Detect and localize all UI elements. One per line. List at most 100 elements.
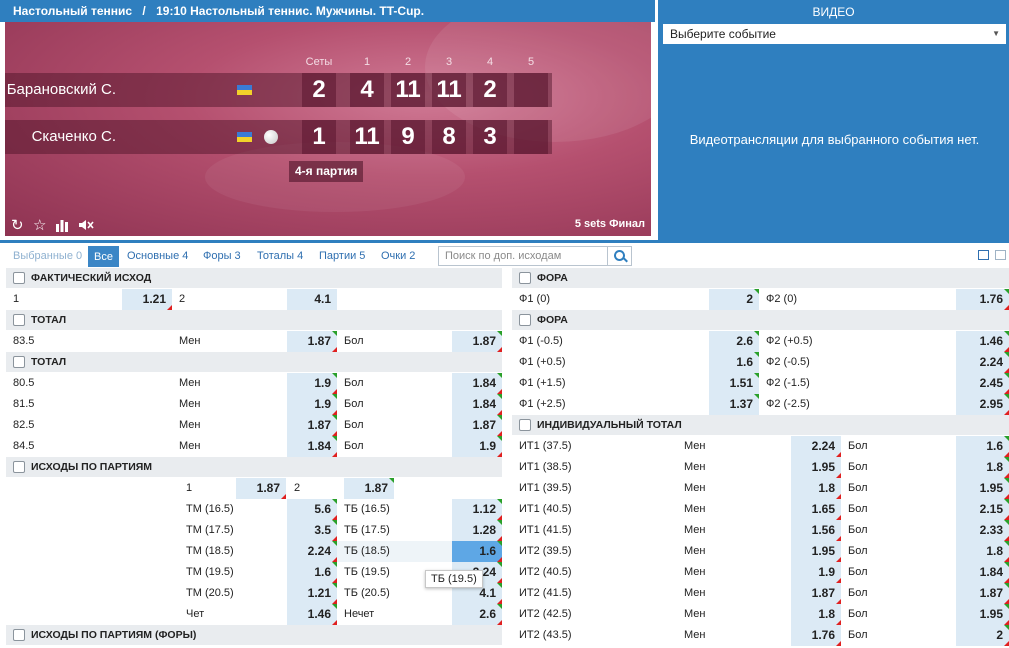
market-checkbox[interactable] xyxy=(519,272,531,284)
set-score: 2 xyxy=(473,73,507,107)
market-label: Мен xyxy=(179,398,201,410)
market-label: Бол xyxy=(848,566,868,578)
odds-cell[interactable]: 1.6 xyxy=(287,562,337,583)
odds-cell[interactable]: 1.56 xyxy=(791,520,841,541)
video-event-select[interactable]: Выберите событие ▼ xyxy=(663,24,1006,44)
one-column-view-icon[interactable] xyxy=(995,250,1006,260)
refresh-icon[interactable]: ↻ xyxy=(11,218,24,234)
odds-cell[interactable]: 1.87 xyxy=(791,583,841,604)
odds-cell[interactable]: 2.33 xyxy=(956,520,1009,541)
odds-cell[interactable]: 1.46 xyxy=(956,331,1009,352)
odds-cell[interactable]: 2.95 xyxy=(956,394,1009,415)
odds-cell[interactable]: 1.8 xyxy=(791,478,841,499)
odds-cell[interactable]: 1.87 xyxy=(287,415,337,436)
market-label: Ф1 (+2.5) xyxy=(519,398,566,410)
market-row: Ф1 (+0.5) 1.6 Ф2 (-0.5) 2.24 xyxy=(512,352,1009,373)
odds-cell[interactable]: 1.9 xyxy=(791,562,841,583)
markets-left-column: ФАКТИЧЕСКИЙ ИСХОД 1 1.21 2 4.1 ТОТАЛ 83.5 Мен 1.… xyxy=(6,268,502,646)
odds-cell[interactable]: 2.24 xyxy=(287,541,337,562)
search-icon[interactable] xyxy=(607,247,631,265)
odds-cell[interactable]: 1.46 xyxy=(287,604,337,625)
odds-cell[interactable]: 1.28 xyxy=(452,520,502,541)
breadcrumb-sport[interactable]: Настольный теннис xyxy=(13,4,132,18)
odds-cell[interactable]: 1.95 xyxy=(791,457,841,478)
odds-cell[interactable]: 1.87 xyxy=(452,331,502,352)
market-label: ТБ (17.5) xyxy=(344,524,390,536)
odds-cell[interactable]: 1.12 xyxy=(452,499,502,520)
stats-icon[interactable] xyxy=(55,218,69,236)
odds-cell[interactable]: 2.15 xyxy=(956,499,1009,520)
odds-cell[interactable]: 1.21 xyxy=(122,289,172,310)
tab-points[interactable]: Очки 2 xyxy=(381,245,415,267)
odds-cell[interactable]: 2.45 xyxy=(956,373,1009,394)
tab-totals[interactable]: Тоталы 4 xyxy=(257,245,303,267)
odds-cell[interactable]: 1.84 xyxy=(287,436,337,457)
odds-cell[interactable]: 1.87 xyxy=(452,415,502,436)
odds-cell[interactable]: 1.76 xyxy=(956,289,1009,310)
market-checkbox[interactable] xyxy=(519,314,531,326)
market-row: 1 1.87 2 1.87 xyxy=(6,478,502,499)
odds-cell[interactable]: 1.84 xyxy=(452,394,502,415)
star-icon[interactable]: ☆ xyxy=(33,218,46,234)
market-row: ИТ1 (39.5) Мен 1.8 Бол 1.95 xyxy=(512,478,1009,499)
tab-main[interactable]: Основные 4 xyxy=(127,245,188,267)
odds-cell[interactable]: 2.24 xyxy=(956,352,1009,373)
market-label: Бол xyxy=(848,440,868,452)
set-score: 3 xyxy=(473,120,507,154)
mute-icon[interactable] xyxy=(78,218,94,236)
tab-selected[interactable]: Выбранные 0 xyxy=(13,245,82,267)
odds-cell[interactable]: 1.95 xyxy=(956,478,1009,499)
odds-cell[interactable]: 2 xyxy=(709,289,759,310)
odds-cell[interactable]: 1.9 xyxy=(452,436,502,457)
odds-cell[interactable]: 1.6 xyxy=(709,352,759,373)
odds-cell[interactable]: 1.95 xyxy=(956,604,1009,625)
odds-cell[interactable]: 1.87 xyxy=(344,478,394,499)
search-input[interactable]: Поиск по доп. исходам xyxy=(445,250,561,262)
odds-cell[interactable]: 1.6 xyxy=(956,436,1009,457)
odds-cell[interactable]: 1.21 xyxy=(287,583,337,604)
odds-cell[interactable]: 1.84 xyxy=(956,562,1009,583)
odds-cell[interactable]: 1.84 xyxy=(452,373,502,394)
two-column-view-icon[interactable] xyxy=(978,250,989,260)
odds-cell[interactable]: 1.9 xyxy=(287,373,337,394)
market-row: Чет 1.46 Нечет 2.6 xyxy=(6,604,502,625)
set-score xyxy=(514,73,548,107)
odds-cell[interactable]: 1.87 xyxy=(287,331,337,352)
odds-cell[interactable]: 2.6 xyxy=(452,604,502,625)
tab-all[interactable]: Все xyxy=(88,246,119,267)
odds-cell[interactable]: 2.6 xyxy=(709,331,759,352)
odds-cell[interactable]: 1.9 xyxy=(287,394,337,415)
view-toggle xyxy=(978,250,1008,262)
market-checkbox[interactable] xyxy=(13,272,25,284)
tab-handicaps[interactable]: Форы 3 xyxy=(203,245,241,267)
market-checkbox[interactable] xyxy=(13,461,25,473)
market-checkbox[interactable] xyxy=(13,314,25,326)
odds-cell[interactable]: 1.95 xyxy=(791,541,841,562)
odds-cell[interactable]: 1.87 xyxy=(236,478,286,499)
market-row: Ф1 (0) 2 Ф2 (0) 1.76 xyxy=(512,289,1009,310)
odds-cell[interactable]: 1.8 xyxy=(956,541,1009,562)
odds-cell[interactable]: 1.8 xyxy=(791,604,841,625)
odds-cell[interactable]: 3.5 xyxy=(287,520,337,541)
market-label: 2 xyxy=(179,293,186,305)
market-row: 81.5 Мен 1.9 Бол 1.84 xyxy=(6,394,502,415)
market-label: ИТ2 (41.5) xyxy=(519,587,572,599)
odds-cell[interactable]: 1.76 xyxy=(791,625,841,646)
odds-cell[interactable]: 1.65 xyxy=(791,499,841,520)
market-checkbox[interactable] xyxy=(13,356,25,368)
odds-cell[interactable]: 5.6 xyxy=(287,499,337,520)
odds-cell[interactable]: 1.37 xyxy=(709,394,759,415)
odds-cell[interactable]: 4.1 xyxy=(287,289,337,310)
market-checkbox[interactable] xyxy=(13,629,25,641)
odds-cell[interactable]: 1.8 xyxy=(956,457,1009,478)
market-checkbox[interactable] xyxy=(519,419,531,431)
odds-cell[interactable]: 1.87 xyxy=(956,583,1009,604)
market-label: Мен xyxy=(684,566,706,578)
video-select-value: Выберите событие xyxy=(670,27,776,41)
tab-parts[interactable]: Партии 5 xyxy=(319,245,365,267)
odds-cell[interactable]: 2.24 xyxy=(791,436,841,457)
search-box[interactable]: Поиск по доп. исходам xyxy=(438,246,632,266)
odds-cell[interactable]: 1.51 xyxy=(709,373,759,394)
odds-cell[interactable]: 2 xyxy=(956,625,1009,646)
odds-cell[interactable]: 1.6 xyxy=(452,541,502,562)
